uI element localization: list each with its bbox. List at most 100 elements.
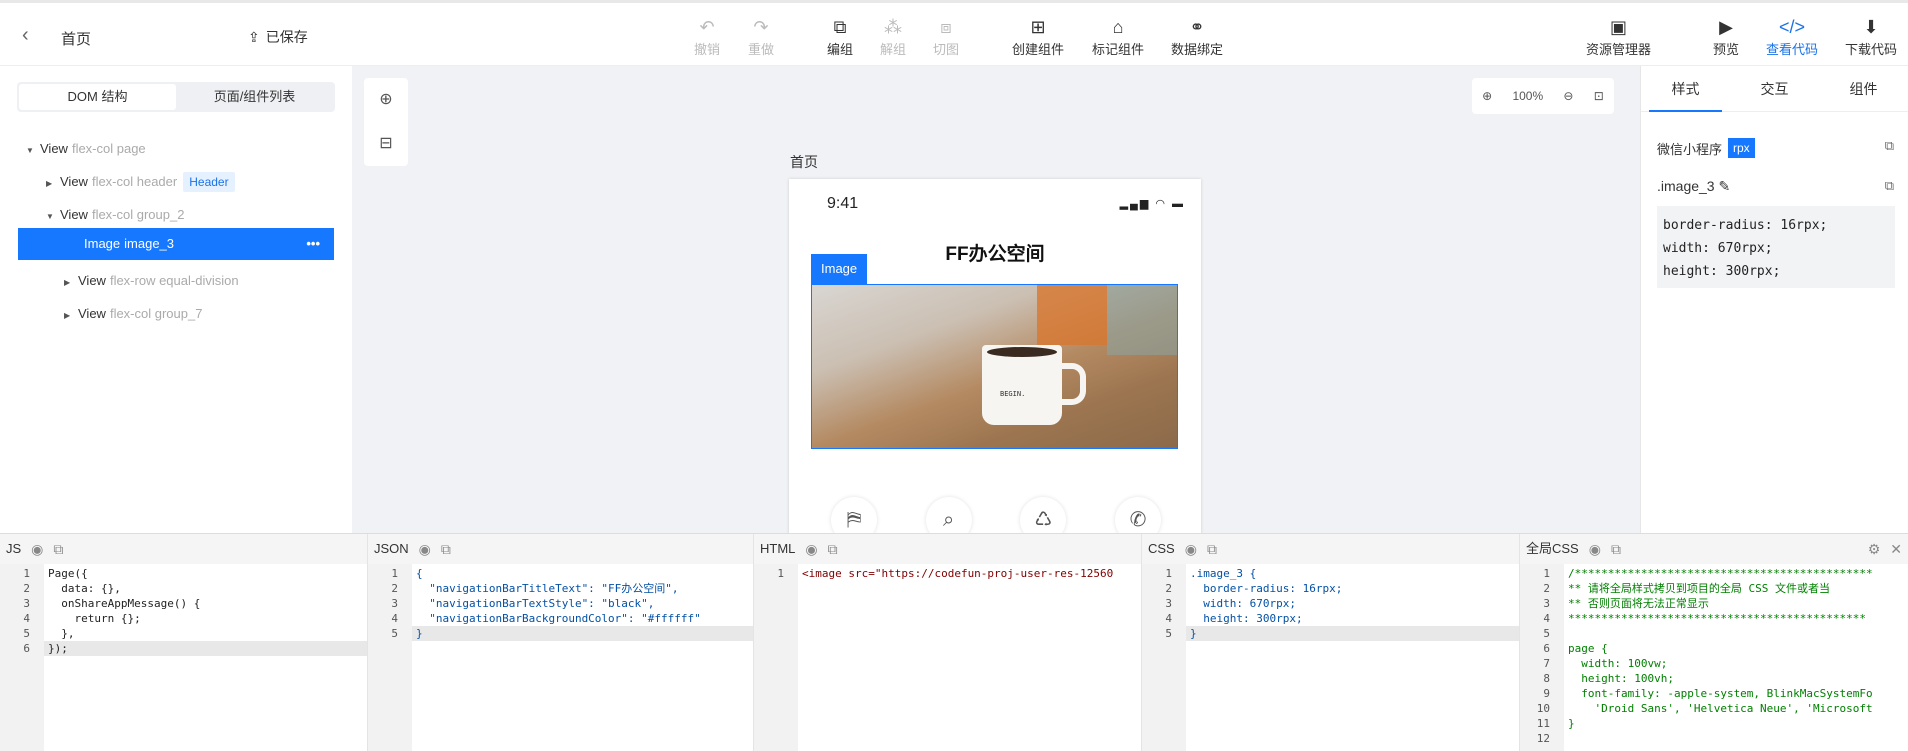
caret-right-icon[interactable]: ▶ [64, 267, 78, 299]
eye-icon[interactable]: ◉ [1185, 534, 1197, 564]
zoom-out-icon[interactable]: ⊖ [1563, 89, 1573, 103]
eye-icon[interactable]: ◉ [419, 534, 431, 564]
node-tag: View [60, 174, 88, 189]
download-code-label: 下载代码 [1845, 42, 1898, 57]
slice-button[interactable]: ⧈ 切图 [933, 15, 959, 58]
tree-node-image-3[interactable]: Image image_3 ••• [18, 228, 334, 260]
download-code-button[interactable]: ⬇ 下载代码 [1845, 15, 1897, 58]
code-panels: JS ◉ ⧉ 123456 Page({ data: {}, onShareAppM… [0, 533, 1908, 751]
design-canvas[interactable]: ⊕ ⊟ ⊕ 100% ⊖ ⊡ 首页 9:41 ▂▄▆ ◠ ▬ FF办公空间 Im… [352, 66, 1640, 533]
caret-right-icon[interactable]: ▶ [46, 168, 60, 200]
preview-button[interactable]: ▶ 预览 [1713, 15, 1739, 58]
back-icon[interactable]: ‹ [22, 25, 38, 45]
line-numbers: 1 2 3 4 5 6 7 8 9 10 11 12 [1520, 564, 1564, 751]
photo-mug [982, 345, 1086, 425]
redo-button[interactable]: ↷ 重做 [748, 15, 774, 58]
tab-interaction[interactable]: 交互 [1730, 66, 1819, 111]
group-icon: ⧉ [833, 17, 847, 37]
gear-icon[interactable]: ⚙ [1868, 534, 1881, 564]
node-class: image_3 [124, 236, 175, 251]
eye-icon[interactable]: ◉ [31, 534, 43, 564]
eye-icon[interactable]: ◉ [1589, 534, 1601, 564]
photo-bg-chair [1037, 285, 1107, 345]
caret-right-icon[interactable]: ▶ [64, 300, 78, 332]
ungroup-icon: ⁂ [884, 17, 902, 37]
asset-manager-label: 资源管理器 [1586, 42, 1652, 57]
phone-preview[interactable]: 9:41 ▂▄▆ ◠ ▬ FF办公空间 Image BEGIN. ⛿ ⌕ ♺ ✆ [789, 179, 1201, 533]
node-tag: View [78, 306, 106, 321]
right-panel: 样式 交互 组件 微信小程序 rpx ⧉ .image_3 ✎ ⧉ border-… [1640, 66, 1908, 533]
ungroup-button[interactable]: ⁂ 解组 [880, 15, 906, 58]
create-component-button[interactable]: ⊞ 创建组件 [1012, 15, 1064, 58]
tree-node-header[interactable]: ▶ View flex-col header Header [46, 166, 235, 198]
asset-manager-button[interactable]: ▣ 资源管理器 [1586, 15, 1651, 58]
coffee-image[interactable]: BEGIN. [811, 284, 1178, 449]
zoom-level: 100% [1512, 89, 1544, 103]
edit-icon[interactable]: ✎ [1718, 178, 1730, 194]
tab-dom-structure[interactable]: DOM 结构 [19, 84, 176, 110]
map-icon[interactable]: ⛿ [831, 497, 877, 533]
tab-style[interactable]: 样式 [1641, 66, 1730, 112]
css-line: height: 300rpx; [1663, 264, 1781, 279]
caret-down-icon[interactable]: ▼ [26, 135, 40, 167]
recycle-icon[interactable]: ♺ [1020, 497, 1067, 533]
copy-icon[interactable]: ⧉ [1207, 534, 1217, 564]
global-css-editor[interactable]: 1 2 3 4 5 6 7 8 9 10 11 12 /***********************… [1520, 564, 1908, 751]
tab-page-component-list[interactable]: 页面/组件列表 [176, 84, 333, 110]
js-code: Page({ data: {}, onShareAppMessage() { r… [48, 567, 201, 655]
view-code-button[interactable]: </> 查看代码 [1766, 15, 1818, 58]
selected-image-tag: Image [811, 254, 868, 284]
slice-label: 切图 [933, 42, 960, 57]
html-editor[interactable]: 1 <image src="https://codefun-proj-user-… [754, 564, 1141, 751]
json-panel: JSON ◉ ⧉ 12345 { "navigationBarTitleText":… [368, 534, 754, 751]
undo-button[interactable]: ↶ 撤销 [694, 15, 720, 58]
zoom-in-icon[interactable]: ⊕ [1482, 89, 1492, 103]
more-options-icon[interactable]: ••• [306, 228, 320, 260]
save-status[interactable]: ⇪ 已保存 [248, 27, 308, 47]
group-button[interactable]: ⧉ 编组 [827, 15, 853, 58]
tree-node-group-7[interactable]: ▶ View flex-col group_7 [64, 298, 202, 330]
signal-battery-icon: ▂▄▆ ◠ ▬ [1119, 198, 1185, 210]
layout-icon[interactable]: ⊟ [364, 122, 408, 166]
unit-badge[interactable]: rpx [1728, 138, 1755, 158]
copy-icon[interactable]: ⧉ [828, 534, 838, 564]
fit-screen-icon[interactable]: ⊡ [1594, 89, 1604, 103]
tree-node-group-2[interactable]: ▼ View flex-col group_2 [46, 199, 184, 231]
json-code: { "navigationBarTitleText": "FF办公空间", "n… [416, 567, 701, 640]
left-sidebar: DOM 结构 页面/组件列表 ▼ View flex-col page ▶ View f… [0, 66, 352, 533]
tree-node-equal-division[interactable]: ▶ View flex-row equal-division [64, 265, 239, 297]
js-editor[interactable]: 123456 Page({ data: {}, onShareAppMessag… [0, 564, 367, 751]
data-binding-button[interactable]: ⚭ 数据绑定 [1171, 15, 1223, 58]
image-icon: ▣ [1610, 17, 1628, 37]
tree-node-page[interactable]: ▼ View flex-col page [26, 133, 146, 165]
close-icon[interactable]: ✕ [1890, 534, 1902, 564]
copy-icon[interactable]: ⧉ [53, 534, 63, 564]
move-icon[interactable]: ⊕ [364, 78, 408, 122]
css-panel-header: CSS ◉ ⧉ [1142, 534, 1519, 564]
style-code[interactable]: border-radius: 16rpx; width: 670rpx; heigh… [1657, 206, 1895, 288]
zoom-control: ⊕ 100% ⊖ ⊡ [1472, 78, 1614, 114]
mark-component-button[interactable]: ⌂ 标记组件 [1092, 15, 1144, 58]
copy-icon[interactable]: ⧉ [1885, 178, 1894, 194]
page-label: 首页 [790, 154, 818, 170]
css-line: border-radius: 16rpx; [1663, 218, 1828, 233]
ungroup-label: 解组 [880, 42, 907, 57]
copy-icon[interactable]: ⧉ [1885, 138, 1894, 154]
create-component-label: 创建组件 [1012, 42, 1065, 57]
panel-title: HTML [760, 541, 796, 556]
page-title: 首页 [61, 31, 92, 48]
css-editor[interactable]: 12345 .image_3 { border-radius: 16rpx; w… [1142, 564, 1519, 751]
node-tag: View [40, 141, 68, 156]
phone-icon[interactable]: ✆ [1114, 497, 1161, 533]
json-panel-header: JSON ◉ ⧉ [368, 534, 753, 564]
tab-component[interactable]: 组件 [1819, 66, 1908, 111]
eye-icon[interactable]: ◉ [805, 534, 817, 564]
search-icon[interactable]: ⌕ [925, 497, 972, 533]
copy-icon[interactable]: ⧉ [1611, 534, 1621, 564]
js-panel: JS ◉ ⧉ 123456 Page({ data: {}, onShareAppM… [0, 534, 368, 751]
copy-icon[interactable]: ⧉ [441, 534, 451, 564]
css-line: width: 670rpx; [1663, 241, 1773, 256]
node-class: flex-row equal-division [109, 273, 239, 288]
json-editor[interactable]: 12345 { "navigationBarTitleText": "FF办公空… [368, 564, 753, 751]
code-icon: </> [1778, 17, 1806, 37]
